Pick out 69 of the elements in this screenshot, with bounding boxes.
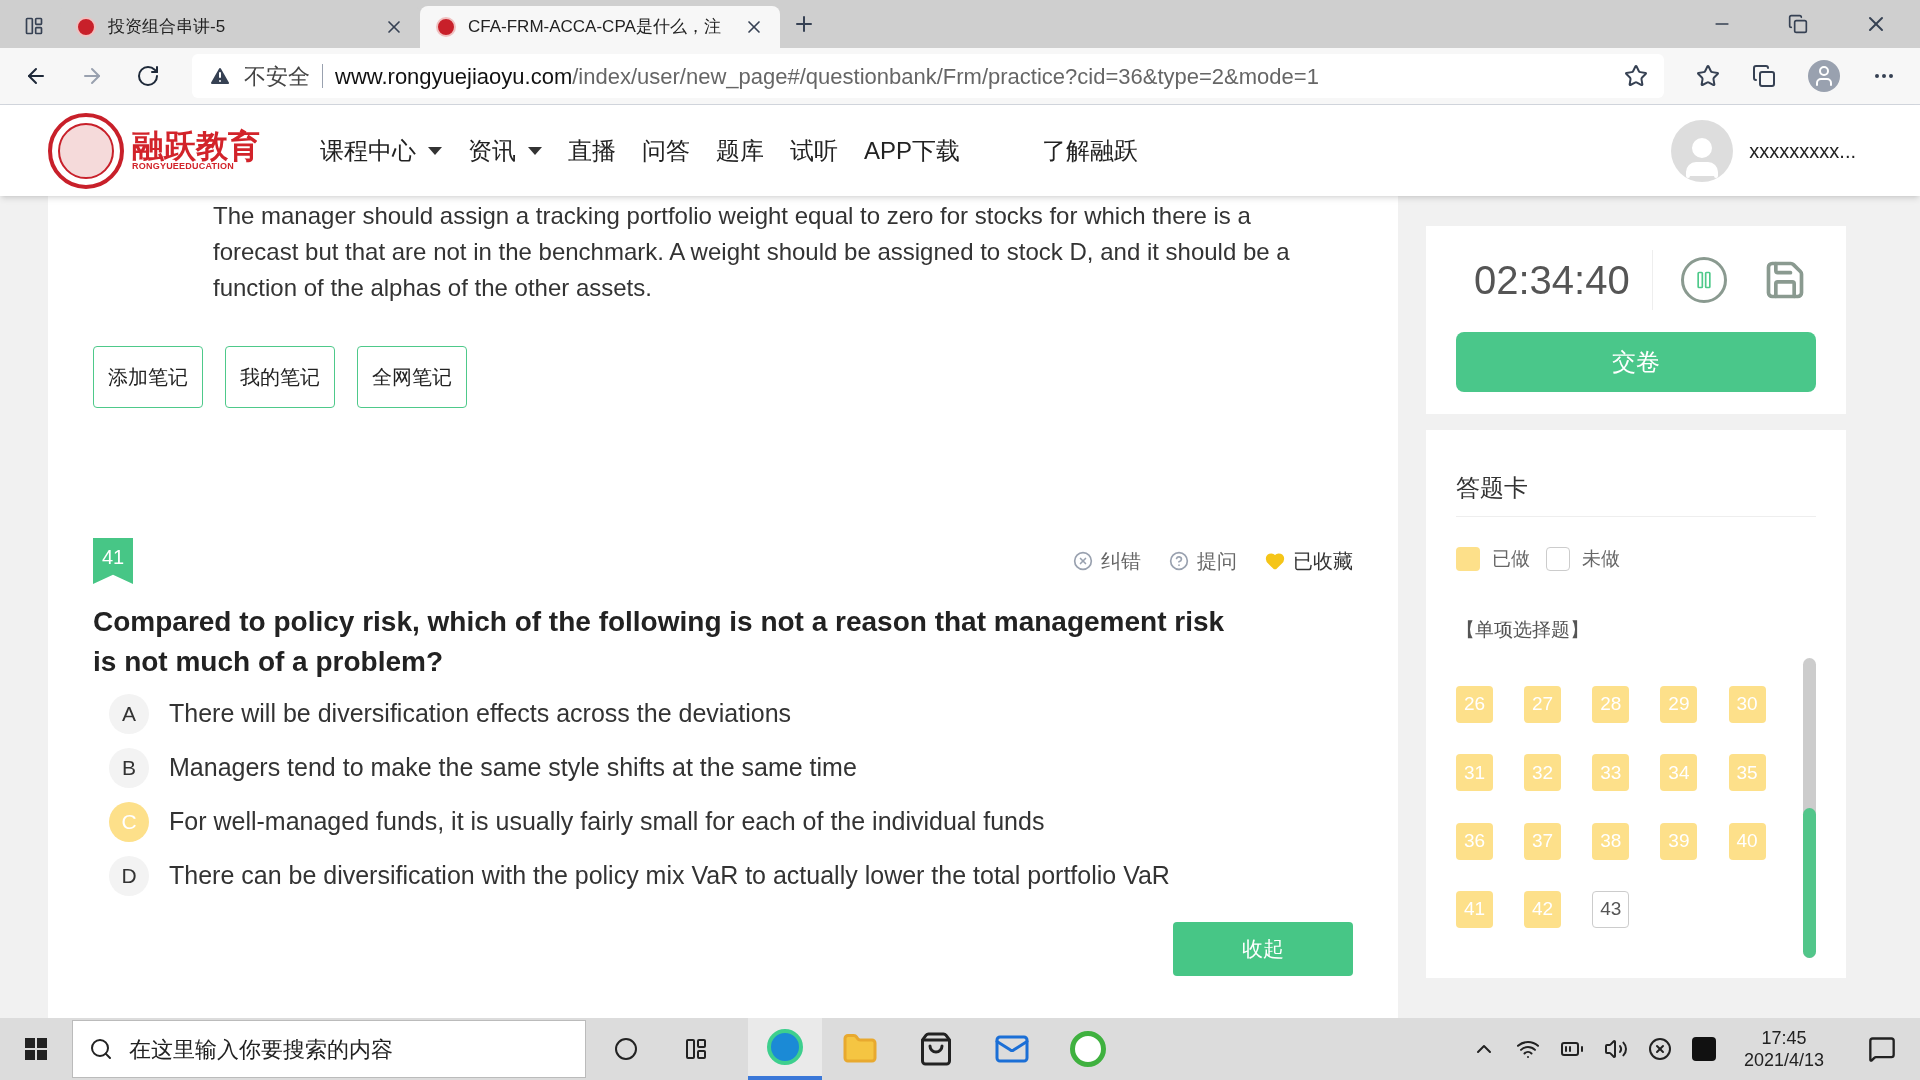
option-text: There can be diversification with the policy mix VaR to actually lower the total portfolio VaR xyxy=(169,860,1170,892)
question-number-button[interactable]: 43 xyxy=(1592,890,1630,928)
option-text: For well-managed funds, it is usually fairly small for each of the individual funds xyxy=(169,806,1045,838)
favorites-icon[interactable] xyxy=(1696,64,1720,88)
nav-link[interactable]: 问答 xyxy=(642,132,690,169)
option-letter: B xyxy=(109,748,149,788)
dropdown-caret-icon xyxy=(428,146,442,155)
reload-icon[interactable] xyxy=(136,64,160,88)
pause-icon[interactable] xyxy=(1680,257,1727,303)
notifications-icon[interactable] xyxy=(1868,1035,1896,1063)
question-action[interactable]: 提问 xyxy=(1169,546,1237,576)
tab-title: CFA-FRM-ACCA-CPA是什么，注 xyxy=(468,16,722,39)
option-text: Managers tend to make the same style shifts at the same time xyxy=(169,752,857,784)
add-favorite-icon[interactable] xyxy=(1624,64,1648,88)
address-field[interactable]: 不安全 www.rongyuejiaoyu.com/index/user/new_page#/questionbank/Frm/practice?cid=36&type=2&mode=1 xyxy=(192,54,1664,98)
tab-actions-icon[interactable] xyxy=(24,16,44,36)
nav-link[interactable]: APP下载 xyxy=(864,132,961,169)
search-icon xyxy=(89,1037,113,1061)
legend-label: 已做 xyxy=(1492,547,1530,571)
site-favicon-icon xyxy=(76,17,96,37)
browser-tab[interactable]: CFA-FRM-ACCA-CPA是什么，注 xyxy=(420,6,780,48)
note-button[interactable]: 添加笔记 xyxy=(93,346,203,408)
heart-icon xyxy=(1265,551,1285,571)
question-action[interactable]: 纠错 xyxy=(1073,546,1141,576)
nav-link[interactable]: 试听 xyxy=(790,132,838,169)
answer-option[interactable]: D There can be diversification with the policy mix VaR to actually lower the total portfolio VaR xyxy=(109,856,1353,896)
store-icon[interactable] xyxy=(918,1031,954,1067)
restore-icon[interactable] xyxy=(1788,14,1808,34)
option-letter: D xyxy=(109,856,149,896)
taskbar-search-field[interactable]: 在这里输入你要搜索的内容 xyxy=(72,1020,586,1078)
answer-card-title: 答题卡 xyxy=(1456,470,1816,517)
search-placeholder: 在这里输入你要搜索的内容 xyxy=(129,1035,393,1064)
option-text: There will be diversification effects across the deviations xyxy=(169,698,792,730)
clock-time[interactable]: 17:45 xyxy=(1761,1026,1807,1049)
dropdown-caret-icon xyxy=(528,146,542,155)
answer-option[interactable]: A There will be diversification effects across the deviations xyxy=(109,694,1353,734)
question-number-badge: 41 xyxy=(93,538,133,584)
option-letter: A xyxy=(109,694,149,734)
note-button[interactable]: 全网笔记 xyxy=(357,346,467,408)
collections-icon[interactable] xyxy=(1752,64,1776,88)
task-view-icon[interactable] xyxy=(684,1037,708,1061)
help-icon xyxy=(1169,551,1189,571)
tab-title: 投资组合串讲-5 xyxy=(108,16,227,39)
legend-label: 未做 xyxy=(1582,547,1620,571)
question-title: Compared to policy risk, which of the following is not a reason that management risk is not much of a problem? xyxy=(93,605,1226,679)
nav-link[interactable]: 题库 xyxy=(716,132,764,169)
site-logo[interactable]: 融跃教育 RONGYUEEDUCATION xyxy=(48,112,260,189)
nav-link[interactable]: 了解融跃 xyxy=(1042,132,1139,169)
user-name[interactable]: xxxxxxxxx... xyxy=(1749,135,1856,166)
profile-avatar[interactable] xyxy=(1808,60,1840,92)
url-text: www.rongyuejiaoyu.com/index/user/new_page#/questionbank/Frm/practice?cid=36&type=2&mode=1 xyxy=(335,62,1320,91)
timer-text: 02:34:40 xyxy=(1474,257,1630,304)
cortana-icon[interactable] xyxy=(614,1037,638,1061)
answer-option[interactable]: C For well-managed funds, it is usually fairly small for each of the individual funds xyxy=(109,802,1353,842)
nav-link[interactable]: 资讯 xyxy=(468,132,542,169)
nav-link[interactable]: 课程中心 xyxy=(320,132,442,169)
security-warning: 不安全 xyxy=(244,62,310,91)
volume-icon[interactable] xyxy=(1603,1037,1628,1061)
answer-option[interactable]: B Managers tend to make the same style shifts at the same time xyxy=(109,748,1353,788)
nav-link[interactable]: 直播 xyxy=(568,132,616,169)
explanation-text: The manager should assign a tracking portfolio weight equal to zero for stocks for which there is a forecast but that are not in the benchmark. A weight should be assigned to stock D, and it should be a function of the alphas of the other assets. xyxy=(213,201,1291,303)
note-button[interactable]: 我的笔记 xyxy=(225,346,335,408)
option-letter: C xyxy=(109,802,149,842)
clock-date[interactable]: 2021/4/13 xyxy=(1743,1049,1824,1072)
close-circle-icon xyxy=(1073,551,1093,571)
section-title: 【单项选择题】 xyxy=(1456,617,1590,642)
question-action[interactable]: 已收藏 xyxy=(1265,546,1353,576)
status-error-icon[interactable] xyxy=(1647,1037,1672,1061)
site-favicon-icon xyxy=(436,17,456,37)
